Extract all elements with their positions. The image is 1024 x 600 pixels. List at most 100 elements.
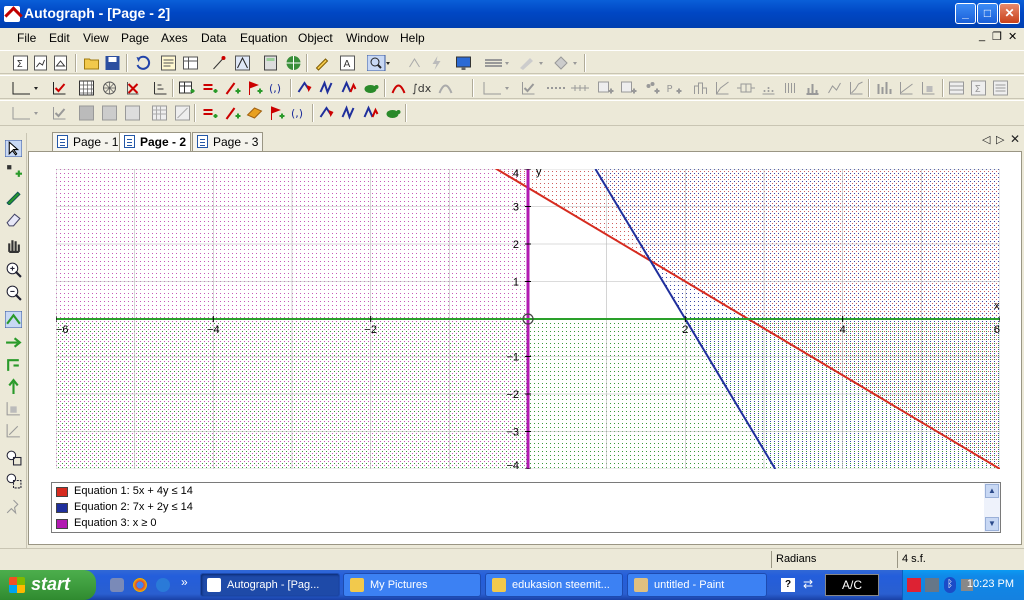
hand-pan-icon[interactable] (5, 237, 22, 254)
select-arrow-icon[interactable] (5, 140, 22, 157)
menu-edit[interactable]: Edit (49, 31, 70, 45)
title-bar: Autograph - [Page - 2] _ □ ✕ (0, 0, 1024, 28)
menu-data[interactable]: Data (201, 31, 226, 45)
zoom-out-icon[interactable] (5, 284, 22, 301)
add-plane-icon[interactable] (246, 105, 263, 121)
draw-pencil-icon[interactable] (5, 188, 22, 205)
maximize-button[interactable]: □ (977, 3, 998, 24)
menu-view[interactable]: View (83, 31, 109, 45)
turtle-icon[interactable] (362, 80, 379, 96)
task-autograph[interactable]: Autograph - [Pag... (200, 573, 340, 597)
menu-object[interactable]: Object (298, 31, 333, 45)
scroll-down-icon[interactable]: ▼ (985, 517, 999, 531)
tab-close-icon[interactable]: ✕ (1010, 132, 1020, 146)
tab-page-1[interactable]: Page - 1 (52, 132, 124, 151)
x-tick-label: 2 (682, 324, 688, 336)
new-2d-page-icon[interactable] (32, 55, 49, 71)
security-tray-icon[interactable] (925, 578, 939, 592)
sigma-new-icon[interactable]: Σ (12, 55, 29, 71)
precision-status[interactable]: 4 s.f. (897, 551, 1024, 568)
graph-stretch-icon[interactable] (5, 357, 22, 374)
zoom-box-icon[interactable] (5, 449, 22, 466)
new-3d-page-icon[interactable] (52, 55, 69, 71)
menu-window[interactable]: Window (346, 31, 389, 45)
tab-page-3[interactable]: Page - 3 (192, 132, 264, 151)
coordinate-point-icon[interactable]: (,) (268, 80, 288, 96)
add-flag-3d-icon[interactable] (268, 105, 285, 121)
transform-3d-icon[interactable] (318, 105, 335, 121)
pencil-edit-icon[interactable] (313, 55, 330, 71)
network-tray-icon[interactable] (907, 578, 921, 592)
chrome-icon[interactable] (133, 578, 147, 592)
eraser-icon[interactable] (5, 211, 22, 228)
graph-move-icon[interactable] (5, 311, 22, 328)
monitor-icon[interactable] (455, 55, 472, 71)
add-flag-icon[interactable] (246, 80, 263, 96)
save-icon[interactable] (104, 55, 121, 71)
results-box-icon[interactable] (160, 55, 177, 71)
transform-reflect-icon[interactable] (318, 80, 335, 96)
menu-equation[interactable]: Equation (240, 31, 287, 45)
add-equation-3d-icon[interactable] (201, 105, 218, 121)
reflect-3d-icon[interactable] (340, 105, 357, 121)
text-box-icon[interactable]: A (339, 55, 356, 71)
quicklaunch-more-icon[interactable]: » (181, 575, 188, 589)
undo-icon[interactable] (134, 55, 151, 71)
bluetooth-icon[interactable]: ᛒ (944, 577, 956, 593)
zoom-in-icon[interactable] (5, 261, 22, 278)
table-icon[interactable] (182, 55, 199, 71)
integral-icon[interactable]: ∫dx (412, 80, 432, 96)
grid-icon[interactable] (78, 80, 95, 96)
mdi-restore-button[interactable]: ❐ (992, 30, 1002, 43)
mdi-minimize-button[interactable]: _ (979, 30, 985, 42)
polar-grid-icon[interactable] (101, 80, 118, 96)
check-axes-icon[interactable] (51, 80, 68, 96)
open-folder-icon[interactable] (83, 55, 100, 71)
axes-type-dropdown-icon[interactable] (10, 80, 40, 96)
internet-explorer-icon[interactable] (156, 578, 170, 592)
point-line-icon[interactable] (211, 55, 228, 71)
add-point-3d-icon[interactable] (224, 105, 241, 121)
quicklaunch-desktop-icon[interactable] (110, 578, 124, 592)
scroll-up-icon[interactable]: ▲ (985, 484, 999, 498)
animate-3d-icon[interactable] (362, 105, 379, 121)
tab-page-2[interactable]: Page - 2 (119, 132, 192, 151)
tab-next-icon[interactable]: ▷ (996, 133, 1004, 146)
coordinate-3d-icon[interactable]: (,) (290, 105, 310, 121)
delete-grid-icon[interactable] (124, 80, 141, 96)
display-tray-icon[interactable]: ⇄ (803, 577, 819, 593)
add-equation-icon[interactable] (201, 80, 218, 96)
graph-shift-up-icon[interactable] (5, 378, 22, 395)
internet-globe-icon[interactable] (285, 55, 302, 71)
angle-mode-status[interactable]: Radians (771, 551, 897, 568)
curve-gradient-icon[interactable] (390, 80, 407, 96)
menu-axes[interactable]: Axes (161, 31, 188, 45)
menu-file[interactable]: File (17, 31, 36, 45)
zoom-dropdown-icon[interactable] (367, 55, 391, 71)
point-mode-icon[interactable] (5, 163, 22, 180)
start-button[interactable]: start (0, 570, 96, 600)
help-tray-icon[interactable]: ? (781, 578, 795, 592)
shape-draw-icon[interactable] (234, 55, 251, 71)
calculator-icon[interactable] (262, 55, 279, 71)
transform-arrow-icon[interactable] (296, 80, 313, 96)
legend-scrollbar[interactable]: ▲ ▼ (984, 483, 1000, 532)
input-language-indicator[interactable]: A/C (825, 574, 879, 596)
scale-icon[interactable] (151, 80, 168, 96)
task-paint[interactable]: untitled - Paint (627, 573, 767, 597)
minimize-button[interactable]: _ (955, 3, 976, 24)
mdi-close-button[interactable]: ✕ (1008, 30, 1017, 43)
menu-page[interactable]: Page (121, 31, 149, 45)
zoom-fit-icon[interactable] (5, 472, 22, 489)
tab-prev-icon[interactable]: ◁ (982, 133, 990, 146)
turtle-3d-icon[interactable] (384, 105, 401, 121)
task-edukasion[interactable]: edukasion steemit... (485, 573, 623, 597)
close-button[interactable]: ✕ (999, 3, 1020, 24)
add-table-icon[interactable] (178, 80, 195, 96)
transform-animate-icon[interactable] (340, 80, 357, 96)
graph-shift-right-icon[interactable] (5, 334, 22, 351)
menu-help[interactable]: Help (400, 31, 425, 45)
graph-area[interactable]: x y −6 −4 −2 2 4 6 −4 −3 −2 −1 1 2 3 4 (56, 169, 1000, 469)
add-point-icon[interactable] (224, 80, 241, 96)
task-my-pictures[interactable]: My Pictures (343, 573, 481, 597)
